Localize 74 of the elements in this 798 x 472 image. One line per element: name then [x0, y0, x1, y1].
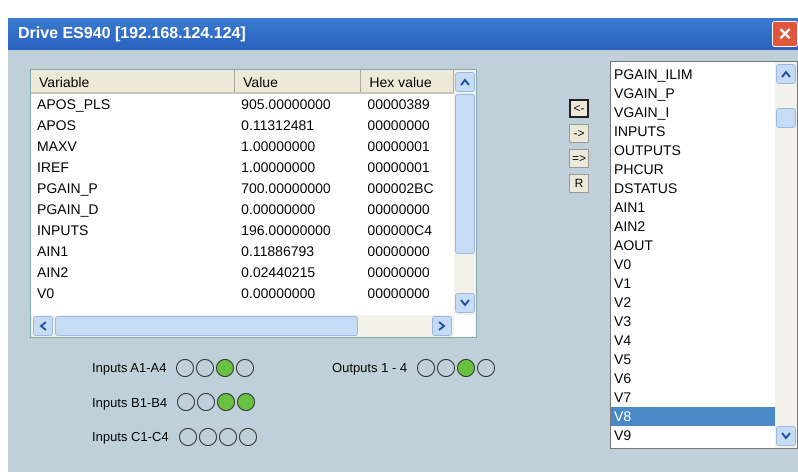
transfer-button[interactable]: R: [569, 174, 589, 193]
vertical-scrollbar[interactable]: [775, 62, 797, 448]
table-cell-text: APOS_PLS: [36, 95, 112, 114]
list-item[interactable]: VGAIN_I: [611, 103, 775, 122]
table-cell-text: IREF: [36, 158, 70, 177]
table-cell-text: 0.02440215: [240, 263, 316, 282]
scroll-thumb[interactable]: [55, 316, 358, 336]
column-header[interactable]: Value: [235, 70, 362, 92]
table-cell-text: AIN1: [36, 242, 70, 261]
scroll-down-button[interactable]: [455, 293, 475, 313]
list-item[interactable]: VGAIN_P: [611, 84, 775, 103]
table-cell-text: 00000000: [366, 263, 431, 282]
table-cell-text: 700.00000000: [240, 179, 332, 198]
table-cell-text: 0.11312481: [240, 116, 316, 135]
list-item[interactable]: V1: [611, 274, 775, 293]
close-button[interactable]: ×: [772, 21, 798, 47]
list-item[interactable]: V3: [611, 312, 775, 331]
list-item[interactable]: V4: [611, 331, 775, 350]
list-item[interactable]: AOUT: [611, 236, 775, 255]
column-header[interactable]: Variable: [31, 70, 236, 92]
table-cell-text: 00000000: [366, 284, 431, 303]
table-cell-text: 0.00000000: [240, 284, 316, 303]
table-cell-text: 000002BC: [366, 179, 435, 198]
table-cell-text: 000000C4: [366, 221, 434, 240]
table-cell-text: PGAIN_P: [36, 179, 99, 198]
window-title: Drive ES940 [192.168.124.124]: [18, 24, 246, 44]
scroll-thumb[interactable]: [455, 94, 475, 254]
scroll-up-button[interactable]: [455, 72, 475, 92]
list-item[interactable]: INPUTS: [611, 122, 775, 141]
io-label: Outputs 1 - 4: [332, 359, 408, 377]
table-cell-text: MAXV: [36, 137, 78, 156]
scroll-thumb[interactable]: [776, 108, 796, 128]
list-item[interactable]: V7: [611, 388, 775, 407]
list-item[interactable]: V0: [611, 255, 775, 274]
list-item[interactable]: V2: [611, 293, 775, 312]
transfer-button[interactable]: ->: [569, 124, 589, 143]
list-item[interactable]: OUTPUTS: [611, 141, 775, 160]
table-cell-text: 1.00000000: [240, 158, 316, 177]
list-item[interactable]: PHCUR: [611, 160, 775, 179]
table-cell-text: 905.00000000: [240, 95, 332, 114]
list-item[interactable]: V6: [611, 369, 775, 388]
table-cell-text: 00000001: [366, 158, 431, 177]
table-cell-text: APOS: [36, 116, 77, 135]
table-cell-text: INPUTS: [36, 221, 90, 240]
scroll-right-button[interactable]: [432, 316, 452, 336]
list-item[interactable]: V5: [611, 350, 775, 369]
transfer-button[interactable]: <-: [569, 99, 589, 118]
list-item[interactable]: AIN1: [611, 198, 775, 217]
io-label: Inputs B1-B4: [92, 394, 168, 412]
table-cell-text: 196.00000000: [240, 221, 332, 240]
scroll-left-button[interactable]: [33, 316, 53, 336]
scroll-down-button[interactable]: [776, 426, 796, 446]
list-item[interactable]: AIN2: [611, 217, 775, 236]
scroll-up-button[interactable]: [776, 64, 796, 84]
io-label: Inputs C1-C4: [92, 428, 169, 446]
table-cell-text: 00000000: [366, 242, 431, 261]
table-cell-text: 0.00000000: [240, 200, 316, 219]
list-item[interactable]: V9: [611, 426, 775, 445]
list-item[interactable]: V8: [611, 407, 775, 426]
table-cell-text: V0: [36, 284, 56, 303]
list-item[interactable]: DSTATUS: [611, 179, 775, 198]
table-cell-text: AIN2: [36, 263, 70, 282]
horizontal-scrollbar[interactable]: [31, 315, 454, 337]
io-label: Inputs A1-A4: [92, 359, 166, 377]
table-cell-text: 00000000: [366, 116, 431, 135]
table-cell-text: 00000001: [366, 137, 431, 156]
list-item[interactable]: PGAIN_ILIM: [611, 65, 775, 84]
table-cell-text: PGAIN_D: [36, 200, 100, 219]
table-cell-text: 00000000: [366, 200, 431, 219]
table-cell-text: 0.11886793: [240, 242, 316, 261]
table-cell-text: 00000389: [366, 95, 431, 114]
transfer-button[interactable]: =>: [569, 149, 589, 168]
vertical-scrollbar[interactable]: [454, 70, 476, 315]
table-cell-text: 1.00000000: [240, 137, 316, 156]
